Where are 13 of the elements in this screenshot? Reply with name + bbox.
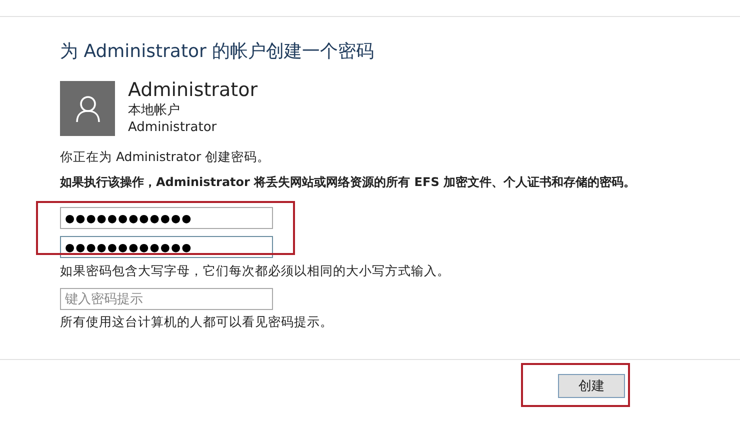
account-name: Administrator — [128, 78, 258, 102]
intro-text: 你正在为 Administrator 创建密码。 — [60, 148, 272, 166]
user-avatar-icon — [60, 81, 115, 136]
create-button[interactable]: 创建 — [558, 374, 625, 398]
warning-text: 如果执行该操作，Administrator 将丢失网站或网络资源的所有 EFS 加密文件、个人证书和存储的密码。 — [60, 174, 637, 191]
account-type: 本地帐户 — [128, 102, 181, 119]
account-username: Administrator — [128, 119, 218, 136]
password-field[interactable]: ●●●●●●●●●●●● — [60, 236, 273, 258]
password-field[interactable]: ●●●●●●●●●●●● — [60, 207, 273, 229]
dialog-title: 为 Administrator 的帐户创建一个密码 — [60, 40, 376, 64]
hint-note: 所有使用这台计算机的人都可以看见密码提示。 — [60, 313, 334, 331]
case-note: 如果密码包含大写字母，它们每次都必须以相同的大小写方式输入。 — [60, 262, 451, 280]
password-hint-field[interactable]: 键入密码提示 — [60, 288, 273, 310]
